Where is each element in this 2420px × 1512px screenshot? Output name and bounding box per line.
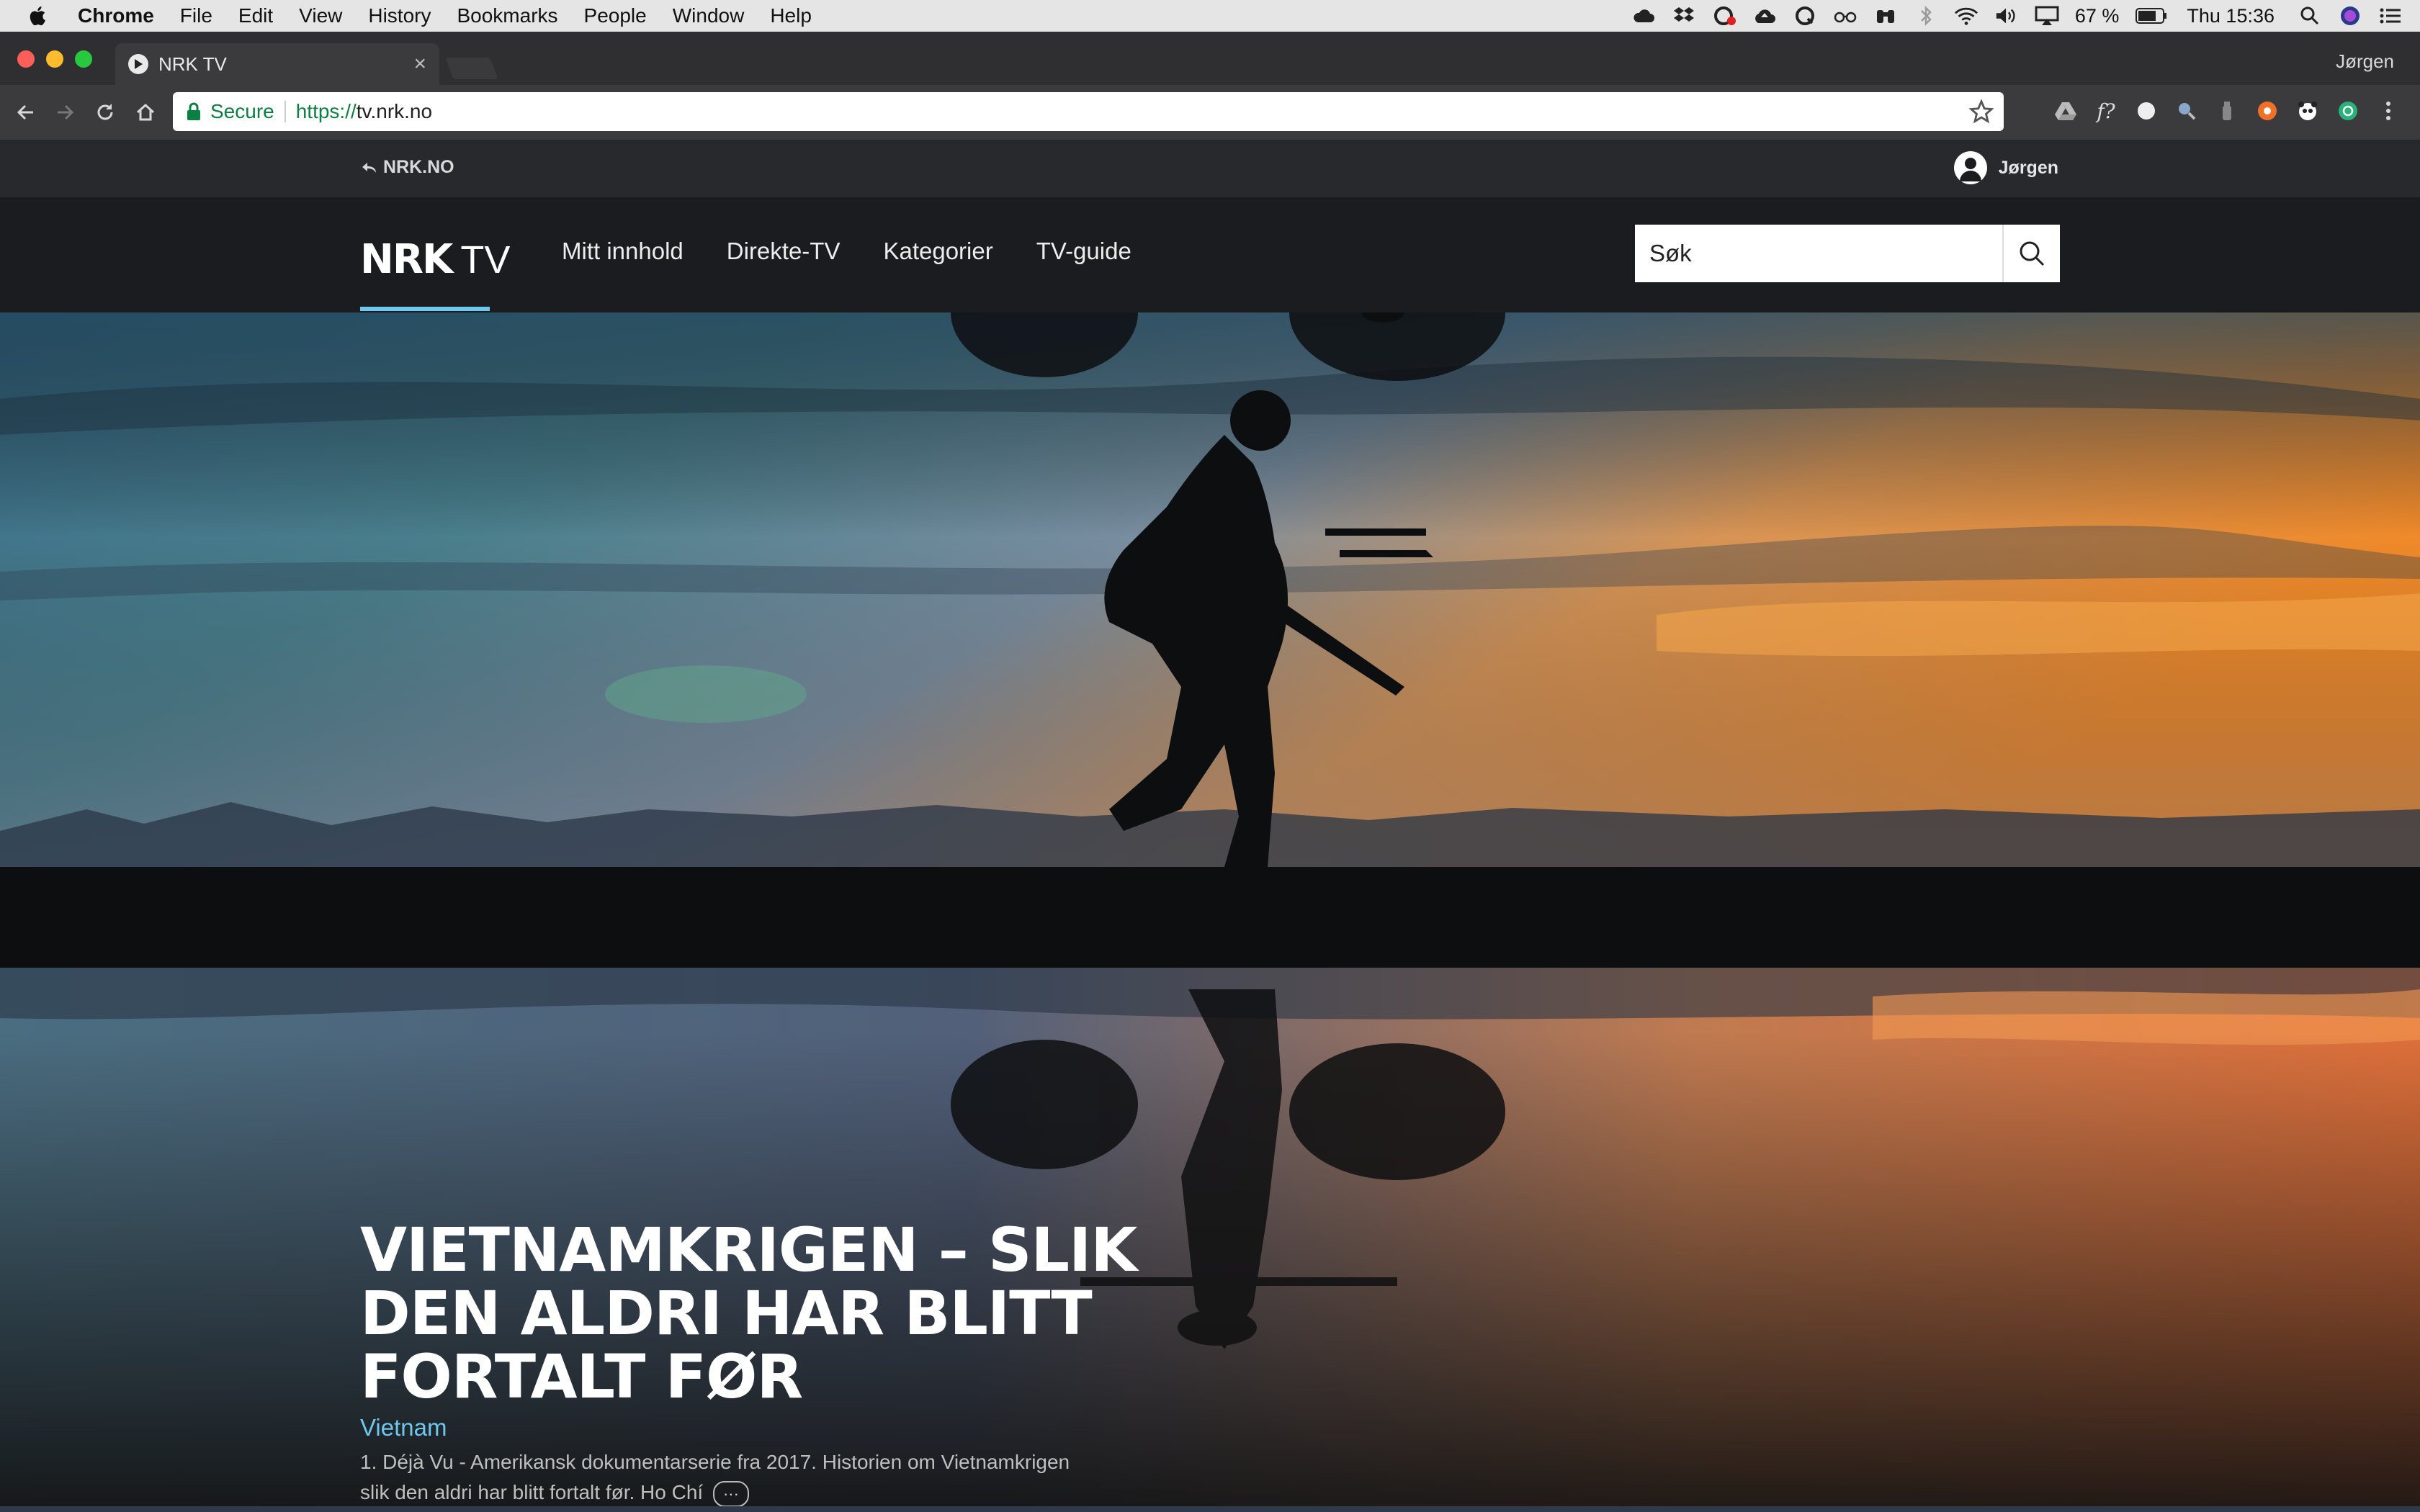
nrk-tv-logo[interactable]: NRK TV — [360, 236, 510, 283]
hero-series-link[interactable]: Vietnam — [360, 1414, 1152, 1441]
nav-direkte-tv[interactable]: Direkte-TV — [727, 238, 841, 265]
active-nav-indicator — [360, 307, 490, 311]
menu-history[interactable]: History — [368, 4, 431, 27]
minimize-window-button[interactable] — [46, 50, 63, 68]
window-controls — [17, 50, 104, 68]
nrk-no-link[interactable]: NRK.NO — [360, 157, 454, 178]
url-protocol: https:// — [295, 100, 357, 122]
binoculars-icon[interactable] — [1873, 5, 1898, 27]
search-button[interactable] — [2002, 225, 2060, 282]
green-extension-icon[interactable] — [2335, 98, 2361, 124]
lock-icon — [187, 102, 200, 120]
logo-tv-text: TV — [460, 238, 511, 282]
menu-view[interactable]: View — [299, 4, 342, 27]
battery-icon[interactable] — [2135, 5, 2168, 27]
menubar-clock[interactable]: Thu 15:36 — [2187, 5, 2275, 27]
hero-description: 1. Déjà Vu - Amerikansk dokumentarserie … — [360, 1447, 1095, 1508]
expand-description-button[interactable]: ··· — [712, 1480, 749, 1507]
tab-title: NRK TV — [158, 53, 227, 75]
wifi-icon[interactable] — [1954, 5, 1978, 27]
search-icon — [2020, 241, 2045, 266]
macos-menu-bar: Chrome File Edit View History Bookmarks … — [0, 0, 2420, 32]
apple-icon[interactable] — [26, 4, 50, 28]
close-tab-icon[interactable]: × — [413, 52, 426, 76]
cloud-icon[interactable] — [1631, 5, 1656, 27]
menu-bookmarks[interactable]: Bookmarks — [457, 4, 557, 27]
cloud-upload-icon[interactable] — [1752, 5, 1777, 27]
spotlight-search-icon[interactable] — [2298, 5, 2322, 27]
browser-toolbar: Secure https:// tv.nrk.no f? — [0, 85, 2420, 140]
maximize-window-button[interactable] — [75, 50, 92, 68]
volume-icon[interactable] — [1994, 5, 2019, 27]
new-tab-button[interactable] — [445, 58, 498, 79]
nrk-top-strip: NRK.NO Jørgen — [0, 140, 2420, 197]
battery-percent: 67 % — [2074, 4, 2120, 27]
reload-icon[interactable] — [91, 98, 120, 127]
hero-text: VIETNAMKRIGEN – SLIK DEN ALDRI HAR BLITT… — [360, 1218, 1152, 1508]
nav-mitt-innhold[interactable]: Mitt innhold — [562, 238, 684, 265]
creative-cloud-icon[interactable] — [1712, 5, 1736, 27]
browser-tab[interactable]: NRK TV × — [115, 43, 439, 85]
user-name: Jørgen — [1998, 157, 2058, 178]
bluetooth-icon[interactable] — [1914, 5, 1938, 27]
search-box: Søk — [1635, 225, 2060, 282]
home-icon[interactable] — [131, 98, 160, 127]
nav-kategorier[interactable]: Kategorier — [883, 238, 992, 265]
menu-app-chrome[interactable]: Chrome — [78, 4, 154, 27]
address-bar[interactable]: Secure https:// tv.nrk.no — [173, 92, 2004, 131]
extensions-area: f? — [2053, 98, 2416, 124]
user-avatar-icon — [1953, 151, 1987, 184]
siri-icon[interactable] — [2338, 5, 2362, 27]
orange-extension-icon[interactable] — [2254, 98, 2280, 124]
menu-file[interactable]: File — [180, 4, 212, 27]
nrk-header: NRK TV Mitt innhold Direkte-TV Kategorie… — [0, 197, 2420, 312]
bottle-extension-icon[interactable] — [2214, 98, 2240, 124]
nrk-favicon-icon — [128, 54, 148, 74]
close-window-button[interactable] — [17, 50, 35, 68]
main-nav: Mitt innhold Direkte-TV Kategorier TV-gu… — [562, 238, 1175, 265]
airplay-icon[interactable] — [2035, 5, 2059, 27]
magnifier-extension-icon[interactable] — [2174, 98, 2200, 124]
url-host: tv.nrk.no — [356, 100, 433, 122]
bookmark-star-icon[interactable] — [1969, 99, 1994, 124]
address-separator — [284, 101, 286, 122]
page-bottom-edge — [0, 1506, 2420, 1512]
menu-help[interactable]: Help — [770, 4, 812, 27]
nrk-no-label: NRK.NO — [383, 157, 454, 177]
glasses-icon[interactable] — [1833, 5, 1857, 27]
font-extension-icon[interactable]: f? — [2093, 98, 2119, 124]
secure-label: Secure — [210, 100, 274, 122]
back-arrow-small-icon — [362, 162, 376, 173]
search-input[interactable]: Søk — [1635, 225, 2002, 282]
forward-arrow-icon[interactable] — [50, 98, 79, 127]
hero-title[interactable]: VIETNAMKRIGEN – SLIK DEN ALDRI HAR BLITT… — [360, 1218, 1152, 1408]
nav-tv-guide[interactable]: TV-guide — [1036, 238, 1131, 265]
drive-extension-icon[interactable] — [2053, 98, 2079, 124]
circle-extension-icon[interactable] — [2133, 98, 2159, 124]
hero-banner[interactable]: VIETNAMKRIGEN – SLIK DEN ALDRI HAR BLITT… — [0, 312, 2420, 1512]
notification-center-icon[interactable] — [2378, 5, 2403, 27]
logo-nrk-text: NRK — [360, 236, 453, 283]
dropbox-icon[interactable] — [1672, 5, 1696, 27]
menu-edit[interactable]: Edit — [238, 4, 273, 27]
menu-people[interactable]: People — [584, 4, 647, 27]
back-arrow-icon[interactable] — [12, 98, 40, 127]
quicktime-icon[interactable] — [1793, 5, 1817, 27]
chrome-menu-icon[interactable] — [2375, 98, 2401, 124]
user-profile-button[interactable]: Jørgen — [1953, 151, 2058, 184]
menu-window[interactable]: Window — [673, 4, 745, 27]
browser-chrome: NRK TV × Jørgen Secure https:// tv.nrk.n… — [0, 32, 2420, 140]
panda-extension-icon[interactable] — [2295, 98, 2321, 124]
chrome-profile-name[interactable]: Jørgen — [2336, 50, 2394, 73]
